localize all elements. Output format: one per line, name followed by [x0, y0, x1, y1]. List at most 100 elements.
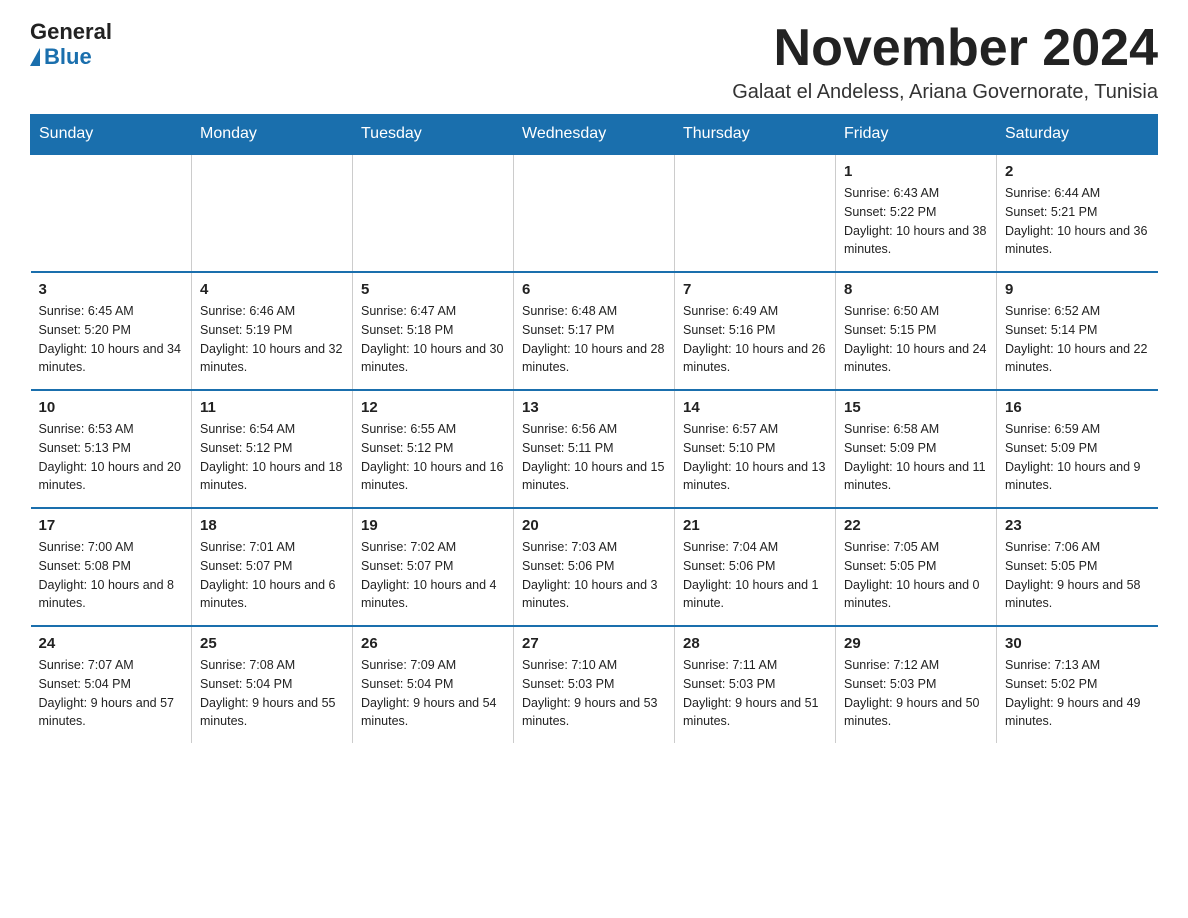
page-header: General Blue November 2024 Galaat el And…: [30, 20, 1158, 104]
logo-triangle-icon: [30, 48, 40, 66]
calendar-cell: 9 Sunrise: 6:52 AMSunset: 5:14 PMDaylight…: [997, 272, 1158, 390]
day-info: Sunrise: 6:44 AMSunset: 5:21 PMDaylight:…: [1005, 184, 1150, 259]
day-number: 17: [39, 517, 184, 534]
calendar-cell: 1Sunrise: 6:43 AMSunset: 5:22 PMDaylight…: [836, 154, 997, 272]
day-info: Sunrise: 6:57 AMSunset: 5:10 PMDaylight:…: [683, 420, 827, 495]
calendar-cell: 4Sunrise: 6:46 AMSunset: 5:19 PMDaylight…: [192, 272, 353, 390]
calendar-cell: 7 Sunrise: 6:49 AMSunset: 5:16 PMDaylight…: [675, 272, 836, 390]
calendar-cell: [353, 154, 514, 272]
calendar-cell: 21Sunrise: 7:04 AMSunset: 5:06 PMDayligh…: [675, 508, 836, 626]
day-info: Sunrise: 6:48 AMSunset: 5:17 PMDaylight:…: [522, 302, 666, 377]
day-info: Sunrise: 7:09 AMSunset: 5:04 PMDaylight:…: [361, 656, 505, 731]
day-number: 23: [1005, 517, 1150, 534]
day-number: 18: [200, 517, 344, 534]
day-info: Sunrise: 6:45 AMSunset: 5:20 PMDaylight:…: [39, 302, 184, 377]
calendar-cell: 24 Sunrise: 7:07 AMSunset: 5:04 PMDayligh…: [31, 626, 192, 743]
day-number: 11: [200, 399, 344, 416]
day-number: 20: [522, 517, 666, 534]
day-number: 25: [200, 635, 344, 652]
calendar-cell: 13Sunrise: 6:56 AMSunset: 5:11 PMDayligh…: [514, 390, 675, 508]
weekday-header-saturday: Saturday: [997, 115, 1158, 155]
day-info: Sunrise: 6:58 AMSunset: 5:09 PMDaylight:…: [844, 420, 988, 495]
day-info: Sunrise: 7:11 AMSunset: 5:03 PMDaylight:…: [683, 656, 827, 731]
day-info: Sunrise: 6:50 AMSunset: 5:15 PMDaylight:…: [844, 302, 988, 377]
calendar-week-row: 3 Sunrise: 6:45 AMSunset: 5:20 PMDaylight…: [31, 272, 1158, 390]
calendar-cell: 23Sunrise: 7:06 AMSunset: 5:05 PMDayligh…: [997, 508, 1158, 626]
day-number: 26: [361, 635, 505, 652]
day-number: 3: [39, 281, 184, 298]
calendar-week-row: 24 Sunrise: 7:07 AMSunset: 5:04 PMDayligh…: [31, 626, 1158, 743]
calendar-cell: [192, 154, 353, 272]
day-number: 10: [39, 399, 184, 416]
calendar-cell: 17Sunrise: 7:00 AMSunset: 5:08 PMDayligh…: [31, 508, 192, 626]
calendar-cell: 15 Sunrise: 6:58 AMSunset: 5:09 PMDayligh…: [836, 390, 997, 508]
day-info: Sunrise: 7:12 AMSunset: 5:03 PMDaylight:…: [844, 656, 988, 731]
day-number: 22: [844, 517, 988, 534]
day-number: 16: [1005, 399, 1150, 416]
logo-general-text: General: [30, 20, 112, 44]
day-number: 2: [1005, 163, 1150, 180]
calendar-cell: 18Sunrise: 7:01 AMSunset: 5:07 PMDayligh…: [192, 508, 353, 626]
weekday-header-wednesday: Wednesday: [514, 115, 675, 155]
day-number: 13: [522, 399, 666, 416]
day-number: 12: [361, 399, 505, 416]
day-number: 30: [1005, 635, 1150, 652]
weekday-header-thursday: Thursday: [675, 115, 836, 155]
day-info: Sunrise: 6:43 AMSunset: 5:22 PMDaylight:…: [844, 184, 988, 259]
calendar-table: SundayMondayTuesdayWednesdayThursdayFrid…: [30, 114, 1158, 743]
day-info: Sunrise: 6:52 AMSunset: 5:14 PMDaylight:…: [1005, 302, 1150, 377]
logo-blue-text: Blue: [30, 44, 92, 70]
day-number: 15: [844, 399, 988, 416]
title-block: November 2024 Galaat el Andeless, Ariana…: [732, 20, 1158, 104]
day-info: Sunrise: 7:10 AMSunset: 5:03 PMDaylight:…: [522, 656, 666, 731]
day-number: 27: [522, 635, 666, 652]
weekday-header-sunday: Sunday: [31, 115, 192, 155]
calendar-body: 1Sunrise: 6:43 AMSunset: 5:22 PMDaylight…: [31, 154, 1158, 743]
calendar-cell: 27 Sunrise: 7:10 AMSunset: 5:03 PMDayligh…: [514, 626, 675, 743]
calendar-cell: 30Sunrise: 7:13 AMSunset: 5:02 PMDayligh…: [997, 626, 1158, 743]
day-info: Sunrise: 7:02 AMSunset: 5:07 PMDaylight:…: [361, 538, 505, 613]
calendar-cell: [31, 154, 192, 272]
calendar-week-row: 10Sunrise: 6:53 AMSunset: 5:13 PMDayligh…: [31, 390, 1158, 508]
calendar-cell: 28 Sunrise: 7:11 AMSunset: 5:03 PMDayligh…: [675, 626, 836, 743]
weekday-header-tuesday: Tuesday: [353, 115, 514, 155]
day-number: 24: [39, 635, 184, 652]
calendar-week-row: 1Sunrise: 6:43 AMSunset: 5:22 PMDaylight…: [31, 154, 1158, 272]
day-number: 5: [361, 281, 505, 298]
day-number: 4: [200, 281, 344, 298]
calendar-cell: 12Sunrise: 6:55 AMSunset: 5:12 PMDayligh…: [353, 390, 514, 508]
calendar-cell: 5 Sunrise: 6:47 AMSunset: 5:18 PMDaylight…: [353, 272, 514, 390]
day-number: 7: [683, 281, 827, 298]
day-number: 19: [361, 517, 505, 534]
weekday-header-friday: Friday: [836, 115, 997, 155]
weekday-header-row: SundayMondayTuesdayWednesdayThursdayFrid…: [31, 115, 1158, 155]
weekday-header-monday: Monday: [192, 115, 353, 155]
calendar-cell: 20 Sunrise: 7:03 AMSunset: 5:06 PMDayligh…: [514, 508, 675, 626]
calendar-cell: 26 Sunrise: 7:09 AMSunset: 5:04 PMDayligh…: [353, 626, 514, 743]
day-info: Sunrise: 6:49 AMSunset: 5:16 PMDaylight:…: [683, 302, 827, 377]
calendar-cell: 19 Sunrise: 7:02 AMSunset: 5:07 PMDayligh…: [353, 508, 514, 626]
day-number: 9: [1005, 281, 1150, 298]
day-info: Sunrise: 7:05 AMSunset: 5:05 PMDaylight:…: [844, 538, 988, 613]
calendar-cell: [675, 154, 836, 272]
calendar-cell: [514, 154, 675, 272]
calendar-cell: 6 Sunrise: 6:48 AMSunset: 5:17 PMDaylight…: [514, 272, 675, 390]
day-info: Sunrise: 6:47 AMSunset: 5:18 PMDaylight:…: [361, 302, 505, 377]
day-info: Sunrise: 7:03 AMSunset: 5:06 PMDaylight:…: [522, 538, 666, 613]
calendar-cell: 2 Sunrise: 6:44 AMSunset: 5:21 PMDaylight…: [997, 154, 1158, 272]
day-number: 6: [522, 281, 666, 298]
calendar-header: SundayMondayTuesdayWednesdayThursdayFrid…: [31, 115, 1158, 155]
calendar-cell: 3 Sunrise: 6:45 AMSunset: 5:20 PMDaylight…: [31, 272, 192, 390]
calendar-cell: 11 Sunrise: 6:54 AMSunset: 5:12 PMDayligh…: [192, 390, 353, 508]
calendar-cell: 22 Sunrise: 7:05 AMSunset: 5:05 PMDayligh…: [836, 508, 997, 626]
day-info: Sunrise: 6:59 AMSunset: 5:09 PMDaylight:…: [1005, 420, 1150, 495]
day-info: Sunrise: 6:54 AMSunset: 5:12 PMDaylight:…: [200, 420, 344, 495]
day-number: 28: [683, 635, 827, 652]
calendar-cell: 8 Sunrise: 6:50 AMSunset: 5:15 PMDaylight…: [836, 272, 997, 390]
calendar-cell: 10Sunrise: 6:53 AMSunset: 5:13 PMDayligh…: [31, 390, 192, 508]
calendar-cell: 25Sunrise: 7:08 AMSunset: 5:04 PMDayligh…: [192, 626, 353, 743]
day-info: Sunrise: 7:07 AMSunset: 5:04 PMDaylight:…: [39, 656, 184, 731]
day-number: 21: [683, 517, 827, 534]
day-number: 8: [844, 281, 988, 298]
calendar-week-row: 17Sunrise: 7:00 AMSunset: 5:08 PMDayligh…: [31, 508, 1158, 626]
